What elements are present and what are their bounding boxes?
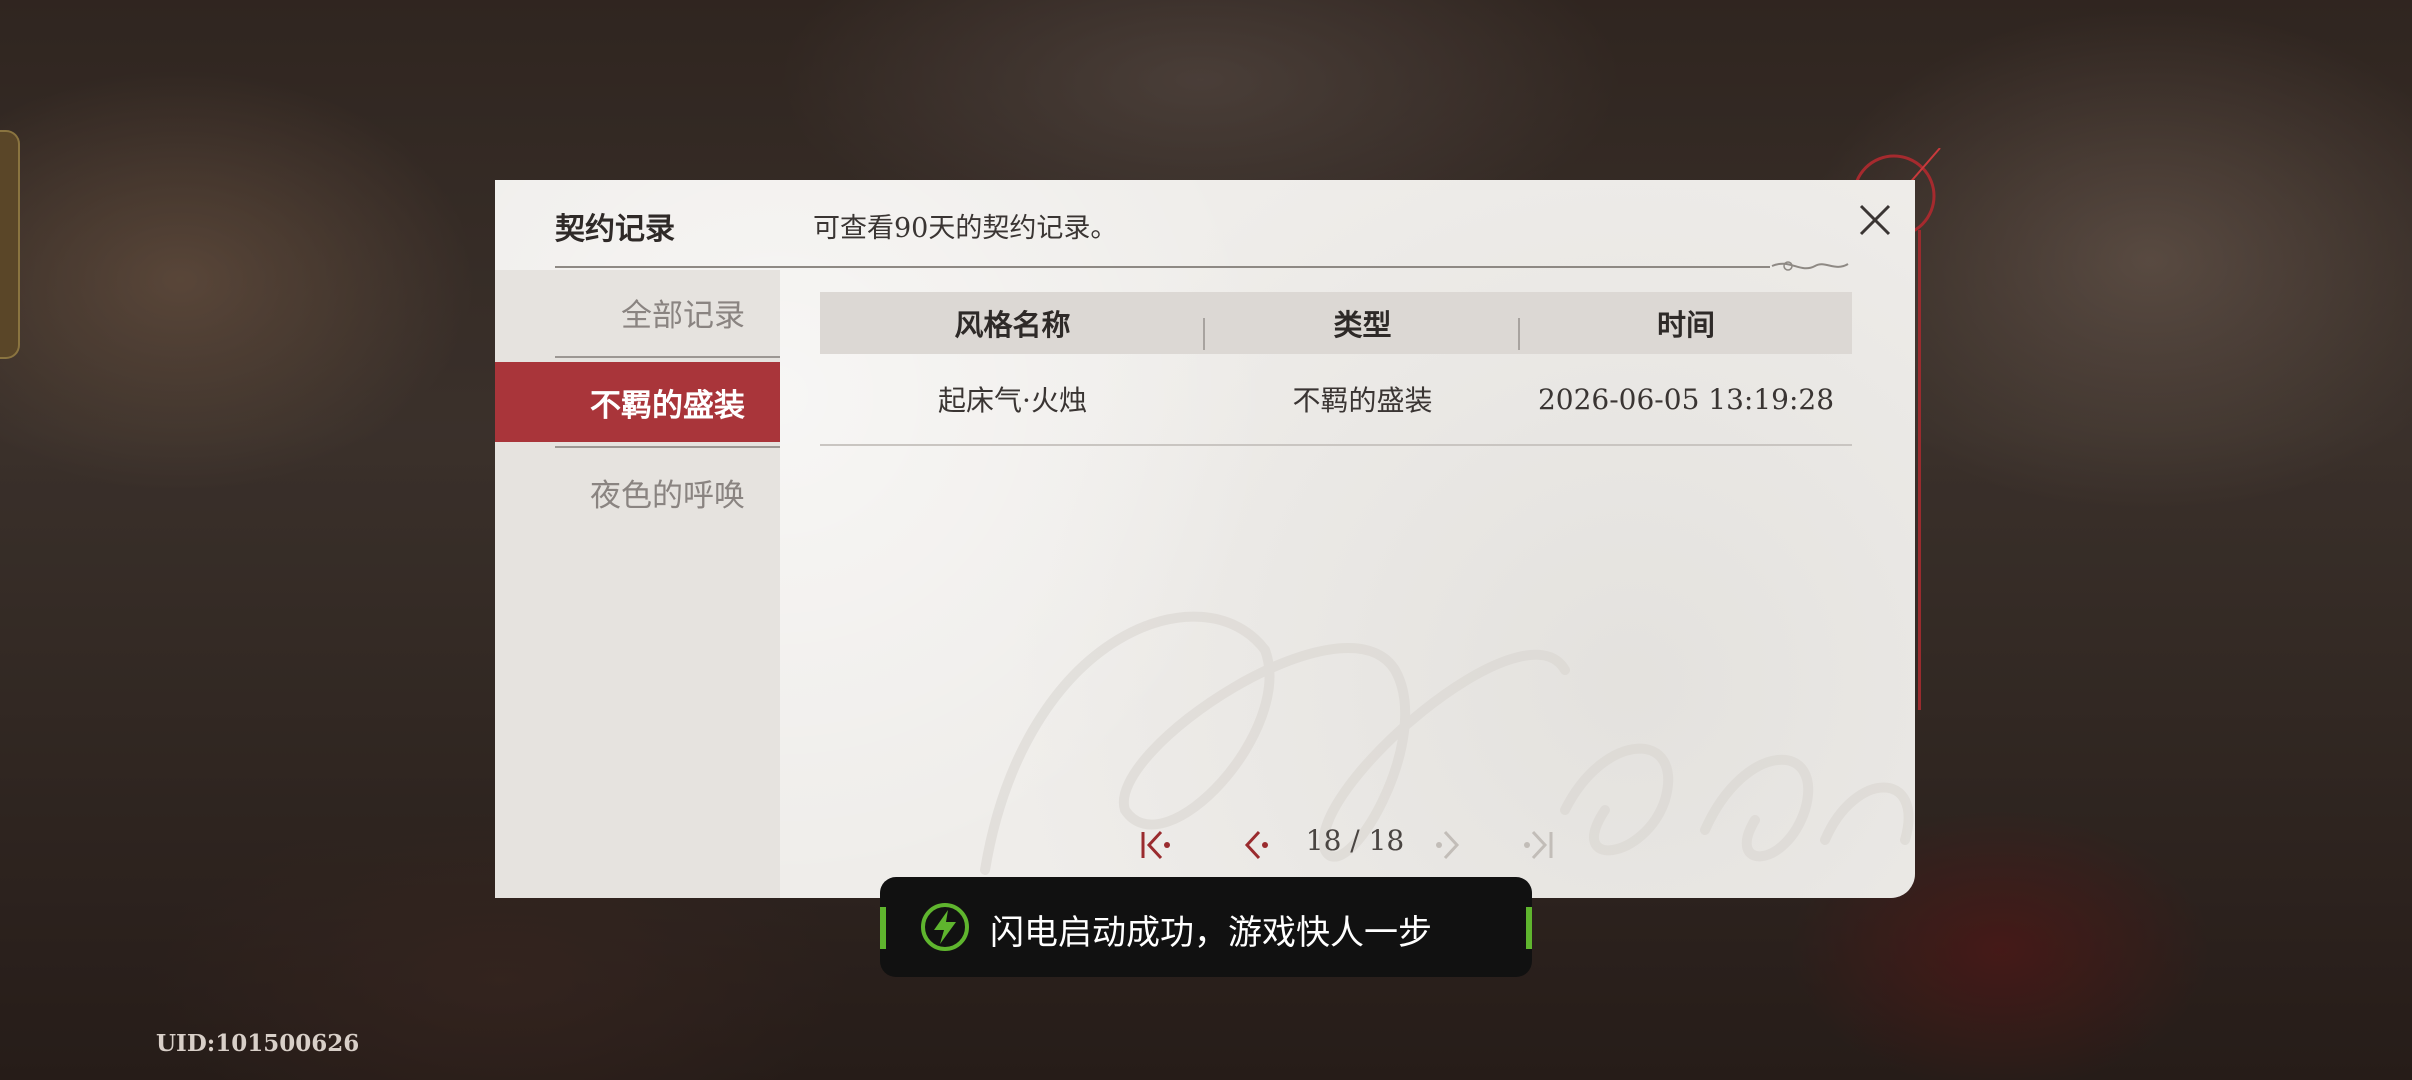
next-page-icon[interactable] [1425, 820, 1469, 870]
left-edge-tab[interactable] [0, 130, 20, 359]
pagination: 18 / 18 [495, 820, 1915, 870]
records-table: 风格名称 类型 时间 起床气·火烛 不羁的盛装 2026-06-05 13:19… [820, 292, 1852, 446]
lightning-icon [921, 903, 969, 951]
cell-time: 2026-06-05 13:19:28 [1537, 382, 1835, 416]
flourish-ornament [1771, 261, 1849, 271]
toast-accent-right [1526, 907, 1532, 949]
close-icon[interactable] [1855, 200, 1895, 240]
last-page-icon[interactable] [1515, 820, 1559, 870]
column-header-type: 类型 [1205, 302, 1520, 350]
uid-label: UID:101500626 [156, 1030, 360, 1057]
prev-page-icon[interactable] [1235, 820, 1279, 870]
cell-style-name: 起床气·火烛 [938, 384, 1087, 417]
sidebar: 全部记录 不羁的盛装 夜色的呼唤 [495, 270, 780, 898]
column-header-time: 时间 [1656, 308, 1715, 342]
first-page-icon[interactable] [1135, 820, 1179, 870]
dialog-title: 契约记录 [555, 212, 675, 247]
cell-type: 不羁的盛装 [1292, 384, 1433, 417]
red-edge-line [1918, 230, 1921, 710]
sidebar-item-unruly-attire[interactable]: 不羁的盛装 [495, 362, 780, 442]
page-indicator: 18 / 18 [1305, 824, 1405, 857]
header-divider [555, 266, 1770, 268]
sidebar-divider [555, 446, 780, 448]
table-header: 风格名称 类型 时间 [820, 292, 1852, 354]
toast-accent-left [880, 907, 886, 949]
dialog-subtitle: 可查看90天的契约记录。 [813, 213, 1118, 244]
toast-message: 闪电启动成功，游戏快人一步 [990, 913, 1432, 953]
toast-notification: 闪电启动成功，游戏快人一步 [880, 877, 1532, 977]
sidebar-item-all-records[interactable]: 全部记录 [495, 272, 780, 352]
column-header-style-name: 风格名称 [820, 302, 1205, 350]
sidebar-item-night-call[interactable]: 夜色的呼唤 [495, 452, 780, 532]
table-row: 起床气·火烛 不羁的盛装 2026-06-05 13:19:28 [820, 354, 1852, 446]
contract-record-dialog: 契约记录 可查看90天的契约记录。 全部记录 不羁的盛装 夜色的呼唤 风格名称 … [495, 180, 1915, 898]
sidebar-divider [555, 356, 780, 358]
